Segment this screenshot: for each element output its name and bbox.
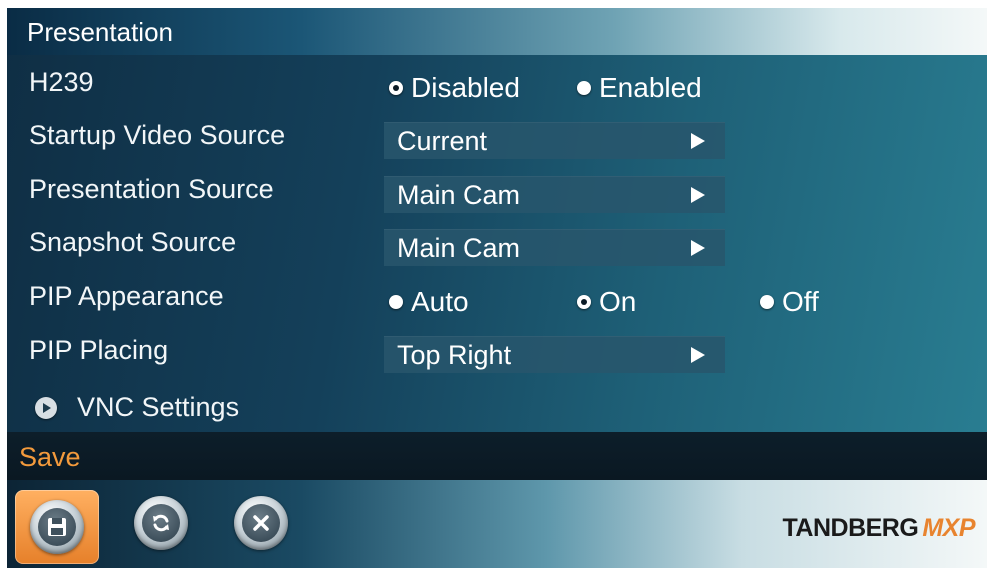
h239-enabled-radio[interactable]: Enabled (577, 72, 702, 104)
refresh-icon (153, 514, 169, 532)
brand-logo: TANDBERG MXP (783, 514, 976, 543)
radio-selected-icon (577, 295, 591, 309)
save-orb (30, 500, 84, 554)
vnc-settings-label: VNC Settings (77, 392, 240, 422)
close-icon (253, 515, 269, 531)
radio-label: Off (782, 286, 819, 317)
radio-label: On (599, 286, 637, 317)
pip-appearance-off-radio[interactable]: Off (760, 286, 819, 318)
brand-suffix: MXP (922, 514, 975, 542)
brand-name: TANDBERG (782, 514, 919, 542)
pip-appearance-auto-radio[interactable]: Auto (389, 286, 469, 318)
radio-label: Enabled (599, 72, 702, 103)
selected-action-label: Save (19, 442, 81, 472)
radio-label: Auto (411, 286, 469, 317)
radio-unselected-icon (389, 295, 403, 309)
floppy-disk-icon (48, 518, 66, 536)
select-value: Main Cam (397, 180, 521, 210)
arrow-right-icon (691, 347, 705, 363)
title-bar: Presentation (7, 8, 987, 55)
status-bar: Save (7, 432, 987, 480)
pip-appearance-on-radio[interactable]: On (577, 286, 636, 318)
save-button[interactable] (15, 490, 99, 564)
refresh-button[interactable] (134, 496, 198, 560)
select-value: Current (397, 126, 488, 156)
cancel-button[interactable] (234, 496, 298, 560)
snapshot-source-select[interactable]: Main Cam (384, 229, 725, 266)
page-title: Presentation (27, 17, 173, 47)
arrow-right-icon (691, 133, 705, 149)
startup-video-source-label: Startup Video Source (29, 120, 286, 150)
footer-toolbar: TANDBERG MXP (7, 480, 987, 568)
pip-placing-select[interactable]: Top Right (384, 336, 725, 373)
radio-unselected-icon (760, 295, 774, 309)
pip-appearance-label: PIP Appearance (29, 281, 224, 311)
presentation-settings-screen: Presentation H239 Disabled Enabled Start… (7, 8, 987, 568)
pip-placing-label: PIP Placing (29, 335, 169, 365)
radio-selected-icon (389, 81, 403, 95)
radio-unselected-icon (577, 81, 591, 95)
play-icon (35, 396, 57, 419)
vnc-settings-link[interactable]: VNC Settings (35, 392, 239, 423)
radio-label: Disabled (411, 72, 520, 103)
select-value: Main Cam (397, 233, 521, 263)
startup-video-source-select[interactable]: Current (384, 122, 725, 159)
snapshot-source-label: Snapshot Source (29, 227, 237, 257)
arrow-right-icon (691, 187, 705, 203)
h239-disabled-radio[interactable]: Disabled (389, 72, 520, 104)
arrow-right-icon (691, 240, 705, 256)
select-value: Top Right (397, 340, 512, 370)
presentation-source-select[interactable]: Main Cam (384, 176, 725, 213)
h239-label: H239 (29, 67, 94, 97)
presentation-source-label: Presentation Source (29, 174, 274, 204)
